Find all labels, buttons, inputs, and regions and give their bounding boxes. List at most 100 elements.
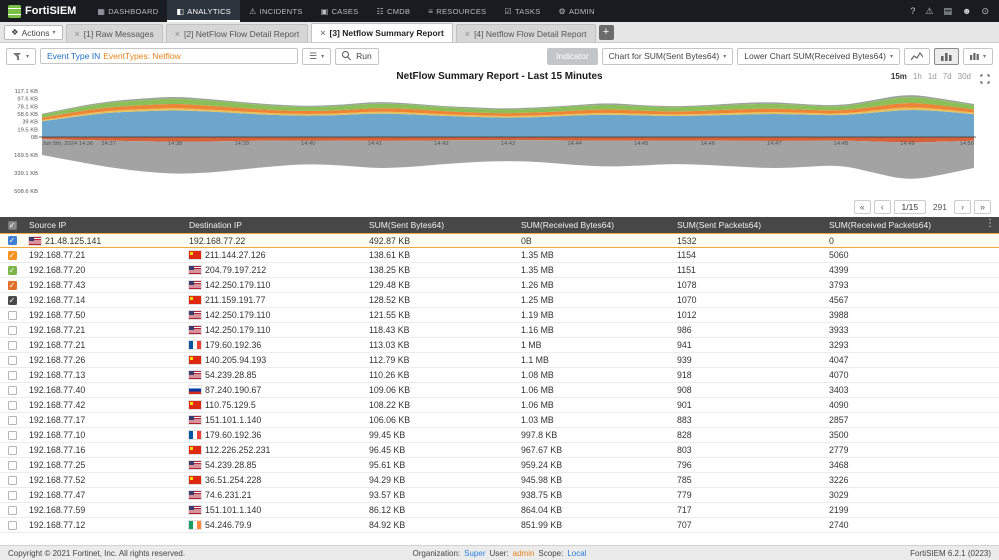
tab-3[interactable]: ×[3] Netflow Summary Report xyxy=(311,23,453,42)
table-row[interactable]: 192.168.77.2554.239.28.8595.61 KB959.24 … xyxy=(0,458,999,473)
close-tab-icon[interactable]: × xyxy=(175,29,180,39)
next-page-button[interactable]: › xyxy=(954,200,971,214)
actions-button[interactable]: ❖ Actions ▾ xyxy=(4,25,63,40)
row-checkbox[interactable] xyxy=(8,521,17,530)
nav-item-analytics[interactable]: ◧ANALYTICS xyxy=(167,0,240,22)
col-source-ip[interactable]: Source IP xyxy=(24,217,184,233)
table-row[interactable]: 192.168.77.5236.51.254.22894.29 KB945.98… xyxy=(0,473,999,488)
add-tab-button[interactable]: + xyxy=(599,25,614,40)
chart-options-button[interactable]: ▾ xyxy=(963,48,993,65)
table-row[interactable]: 192.168.77.16112.226.252.23196.45 KB967.… xyxy=(0,443,999,458)
table-row[interactable]: 192.168.77.42110.75.129.5108.22 KB1.06 M… xyxy=(0,398,999,413)
bar-chart-button[interactable] xyxy=(934,48,959,65)
help-icon[interactable]: ? xyxy=(910,6,915,17)
table-row[interactable]: 192.168.77.1254.246.79.984.92 KB851.99 K… xyxy=(0,518,999,533)
nav-item-resources[interactable]: ≡RESOURCES xyxy=(419,0,495,22)
user-value[interactable]: admin xyxy=(513,549,535,558)
table-row[interactable]: ✓192.168.77.14211.159.191.77128.52 KB1.2… xyxy=(0,293,999,308)
table-row[interactable]: 192.168.77.59151.101.1.14086.12 KB864.04… xyxy=(0,503,999,518)
table-row[interactable]: 192.168.77.21142.250.179.110118.43 KB1.1… xyxy=(0,323,999,338)
col-received-bytes[interactable]: SUM(Received Bytes64) xyxy=(516,217,672,233)
row-checkbox[interactable] xyxy=(8,326,17,335)
scope-value[interactable]: Local xyxy=(567,549,586,558)
table-row[interactable]: 192.168.77.17151.101.1.140106.06 KB1.03 … xyxy=(0,413,999,428)
table-row[interactable]: 192.168.77.50142.250.179.110121.55 KB1.1… xyxy=(0,308,999,323)
table-row[interactable]: ✓21.48.125.141192.168.77.22492.87 KB0B15… xyxy=(0,233,999,248)
nav-item-incidents[interactable]: ⚠INCIDENTS xyxy=(240,0,312,22)
table-row[interactable]: 192.168.77.1354.239.28.85110.26 KB1.08 M… xyxy=(0,368,999,383)
close-tab-icon[interactable]: × xyxy=(465,29,470,39)
table-row[interactable]: 192.168.77.10179.60.192.3699.45 KB997.8 … xyxy=(0,428,999,443)
org-value[interactable]: Super xyxy=(464,549,485,558)
row-checkbox[interactable]: ✓ xyxy=(8,251,17,260)
table-row[interactable]: 192.168.77.4774.6.231.2193.57 KB938.75 K… xyxy=(0,488,999,503)
table-row[interactable]: 192.168.77.4087.240.190.67109.06 KB1.06 … xyxy=(0,383,999,398)
table-row[interactable]: ✓192.168.77.20204.79.197.212138.25 KB1.3… xyxy=(0,263,999,278)
row-checkbox[interactable] xyxy=(8,476,17,485)
close-tab-icon[interactable]: × xyxy=(75,29,80,39)
fullscreen-icon[interactable] xyxy=(980,71,990,89)
row-checkbox[interactable] xyxy=(8,446,17,455)
row-checkbox[interactable] xyxy=(8,401,17,410)
row-checkbox[interactable]: ✓ xyxy=(8,236,17,245)
row-checkbox[interactable] xyxy=(8,311,17,320)
display-fields-button[interactable]: ☰ ▾ xyxy=(302,48,331,65)
table-row[interactable]: 192.168.77.21179.60.192.36113.03 KB1 MB9… xyxy=(0,338,999,353)
column-options-icon[interactable]: ⋮ xyxy=(985,218,995,229)
prev-page-button[interactable]: ‹ xyxy=(874,200,891,214)
select-all-checkbox[interactable]: ✓ xyxy=(8,221,17,230)
tab-2[interactable]: ×[2] NetFlow Flow Detail Report xyxy=(166,24,309,42)
first-page-button[interactable]: « xyxy=(854,200,871,214)
lower-chart-select[interactable]: Lower Chart SUM(Received Bytes64) ▾ xyxy=(737,48,900,65)
nav-item-cases[interactable]: ▣CASES xyxy=(312,0,368,22)
col-sent-bytes[interactable]: SUM(Sent Bytes64) xyxy=(364,217,516,233)
row-checkbox[interactable] xyxy=(8,341,17,350)
table-row[interactable]: 192.168.77.26140.205.94.193112.79 KB1.1 … xyxy=(0,353,999,368)
row-checkbox[interactable] xyxy=(8,356,17,365)
line-chart-button[interactable] xyxy=(904,48,930,65)
user-icon[interactable]: ☻ xyxy=(962,6,971,17)
filter-menu-button[interactable]: ▾ xyxy=(6,48,36,65)
col-destination-ip[interactable]: Destination IP xyxy=(184,217,364,233)
row-checkbox[interactable] xyxy=(8,506,17,515)
upper-chart-select[interactable]: Chart for SUM(Sent Bytes64) ▾ xyxy=(602,48,734,65)
preset-15m[interactable]: 15m xyxy=(891,72,907,81)
preset-1h[interactable]: 1h xyxy=(913,72,922,81)
brand-logo[interactable]: FortiSIEM xyxy=(0,5,88,18)
sent-bytes-cell: 138.25 KB xyxy=(364,263,516,277)
table-row[interactable]: ✓192.168.77.43142.250.179.110129.48 KB1.… xyxy=(0,278,999,293)
navbar-utilities: ? ⚠ ▤ ☻ ⊙ xyxy=(910,6,999,17)
table-row[interactable]: ✓192.168.77.21211.144.27.126138.61 KB1.3… xyxy=(0,248,999,263)
row-checkbox[interactable] xyxy=(8,371,17,380)
preset-7d[interactable]: 7d xyxy=(943,72,952,81)
chart-area[interactable]: 117.1 KB97.6 KB78.1 KB58.6 KB39 KB19.5 K… xyxy=(0,85,999,197)
nav-item-admin[interactable]: ⚙ADMIN xyxy=(550,0,604,22)
page-indicator[interactable]: 1/15 xyxy=(894,200,926,214)
tab-4[interactable]: ×[4] Netflow Flow Detail Report xyxy=(456,24,596,42)
recv-packets-cell: 4070 xyxy=(824,368,999,382)
preset-1d[interactable]: 1d xyxy=(928,72,937,81)
row-checkbox[interactable] xyxy=(8,461,17,470)
col-sent-packets[interactable]: SUM(Sent Packets64) xyxy=(672,217,824,233)
nav-item-tasks[interactable]: ☑TASKS xyxy=(495,0,549,22)
row-checkbox[interactable]: ✓ xyxy=(8,281,17,290)
row-checkbox[interactable] xyxy=(8,431,17,440)
row-checkbox[interactable] xyxy=(8,386,17,395)
run-button[interactable]: Run xyxy=(335,48,379,65)
tab-1[interactable]: ×[1] Raw Messages xyxy=(66,24,163,42)
alert-icon[interactable]: ⚠ xyxy=(925,6,933,17)
row-checkbox[interactable] xyxy=(8,491,17,500)
analytics-icon: ◧ xyxy=(176,7,184,16)
query-input[interactable]: Event Type IN EventTypes: Netflow xyxy=(40,48,298,64)
power-icon[interactable]: ⊙ xyxy=(981,6,989,17)
row-checkbox[interactable]: ✓ xyxy=(8,266,17,275)
preset-30d[interactable]: 30d xyxy=(958,72,971,81)
nav-item-cmdb[interactable]: ☷CMDB xyxy=(368,0,420,22)
row-checkbox[interactable] xyxy=(8,416,17,425)
apps-icon[interactable]: ▤ xyxy=(943,6,952,17)
nav-item-dashboard[interactable]: ▦DASHBOARD xyxy=(88,0,167,22)
close-tab-icon[interactable]: × xyxy=(320,28,325,38)
last-page-button[interactable]: » xyxy=(974,200,991,214)
row-checkbox[interactable]: ✓ xyxy=(8,296,17,305)
col-received-packets[interactable]: SUM(Received Packets64) xyxy=(824,217,999,233)
